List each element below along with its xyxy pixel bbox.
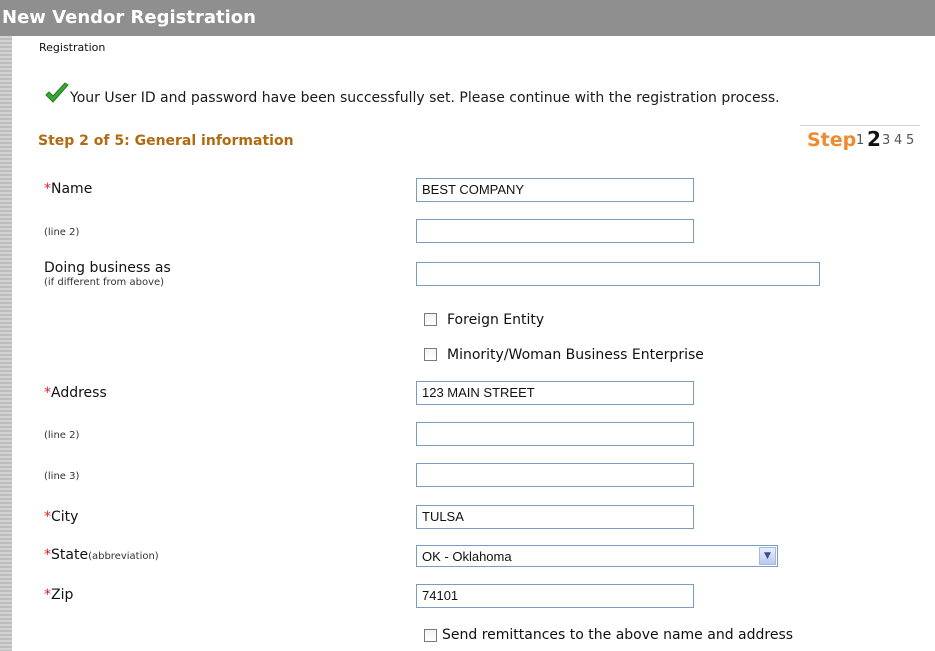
step-navigator: Step 1 2 3 4 5 (800, 125, 920, 152)
page-title: New Vendor Registration (2, 7, 256, 28)
dba-sublabel: (if different from above) (44, 277, 165, 288)
name-input[interactable]: BEST COMPANY (416, 178, 694, 202)
step-number-1[interactable]: 1 (856, 133, 864, 148)
city-input[interactable]: TULSA (416, 505, 694, 529)
step-label: Step (807, 129, 857, 151)
state-label: *State(abbreviation) (44, 547, 159, 563)
zip-input[interactable]: 74101 (416, 584, 694, 608)
zip-label: *Zip (44, 587, 74, 603)
required-mark: * (44, 181, 51, 197)
step-number-4[interactable]: 4 (894, 133, 902, 148)
foreign-entity-checkbox[interactable] (424, 313, 437, 326)
step-number-3[interactable]: 3 (882, 133, 890, 148)
step-number-2-current: 2 (867, 127, 881, 151)
city-label: *City (44, 509, 79, 525)
address-line2-label: (line 2) (44, 430, 80, 441)
minority-business-label: Minority/Woman Business Enterprise (447, 347, 704, 363)
state-selected-value: OK - Oklahoma (422, 549, 512, 564)
foreign-entity-label: Foreign Entity (447, 312, 545, 328)
step-title: Step 2 of 5: General information (38, 133, 294, 149)
left-border (0, 36, 12, 651)
dba-input[interactable] (416, 262, 820, 286)
chevron-down-icon[interactable]: ▼ (759, 547, 776, 565)
title-bar: New Vendor Registration (0, 0, 935, 36)
name-line2-label: (line 2) (44, 227, 80, 238)
step-number-5[interactable]: 5 (906, 133, 914, 148)
remittance-checkbox[interactable] (424, 629, 437, 642)
success-message: Your User ID and password have been succ… (70, 90, 780, 106)
dba-label: Doing business as (44, 260, 171, 276)
remittance-label: Send remittances to the above name and a… (442, 627, 794, 643)
address-line2-input[interactable] (416, 422, 694, 446)
name-line2-input[interactable] (416, 219, 694, 243)
minority-business-checkbox[interactable] (424, 348, 437, 361)
name-label: *Name (44, 181, 93, 197)
address-input[interactable]: 123 MAIN STREET (416, 381, 694, 405)
success-message-row: Your User ID and password have been succ… (44, 82, 934, 108)
address-label: *Address (44, 385, 107, 401)
address-line3-input[interactable] (416, 463, 694, 487)
breadcrumb: Registration (39, 41, 106, 54)
state-select[interactable]: OK - Oklahoma ▼ (416, 545, 778, 567)
checkmark-icon (45, 82, 69, 103)
address-line3-label: (line 3) (44, 471, 80, 482)
